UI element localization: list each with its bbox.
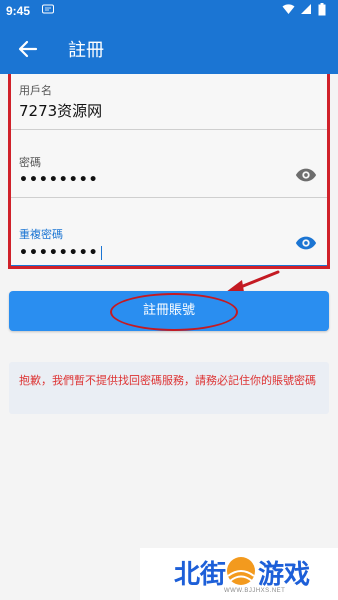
status-bar: 9:45 [0,0,338,24]
signal-icon [300,3,312,15]
watermark-url: WWW.BJJHXS.NET [224,588,286,594]
confirm-password-label: 重複密碼 [19,228,63,241]
password-field[interactable]: 密碼 •••••••• [11,130,327,198]
message-icon [42,4,54,17]
confirm-password-field[interactable]: 重複密碼 •••••••• [11,198,327,266]
eye-icon[interactable] [295,164,317,186]
password-input[interactable]: •••••••• [19,172,99,188]
wifi-icon [282,3,295,15]
app-bar: 註冊 [0,24,338,74]
password-label: 密碼 [19,156,41,169]
status-icons [282,3,330,16]
text-caret [100,245,103,260]
back-arrow-icon[interactable] [16,37,40,61]
watermark-text-right: 游戏 [258,560,311,590]
watermark-text-left: 北街 [174,560,227,590]
register-button[interactable]: 註冊賬號 [9,291,329,331]
annotation-circle [110,293,238,331]
watermark: 北街 游戏 WWW.BJJHXS.NET [140,548,338,600]
warning-text: 抱歉，我們暫不提供找回密碼服務，請務必記住你的賬號密碼 [19,374,316,387]
watermark-logo-icon [227,557,255,585]
status-time: 9:45 [6,4,31,18]
confirm-password-wrap: •••••••• [19,242,103,261]
register-form: 用戶名 7273资源网 密碼 •••••••• 重複密碼 •••••••• [8,74,330,269]
battery-icon [318,3,330,16]
warning-message: 抱歉，我們暫不提供找回密碼服務，請務必記住你的賬號密碼 [9,362,329,414]
username-field[interactable]: 用戶名 7273资源网 [11,74,327,130]
username-input[interactable]: 7273资源网 [19,100,102,121]
page-title: 註冊 [68,40,104,61]
eye-icon[interactable] [295,232,317,254]
username-label: 用戶名 [19,84,52,97]
confirm-password-input[interactable]: •••••••• [19,245,99,261]
